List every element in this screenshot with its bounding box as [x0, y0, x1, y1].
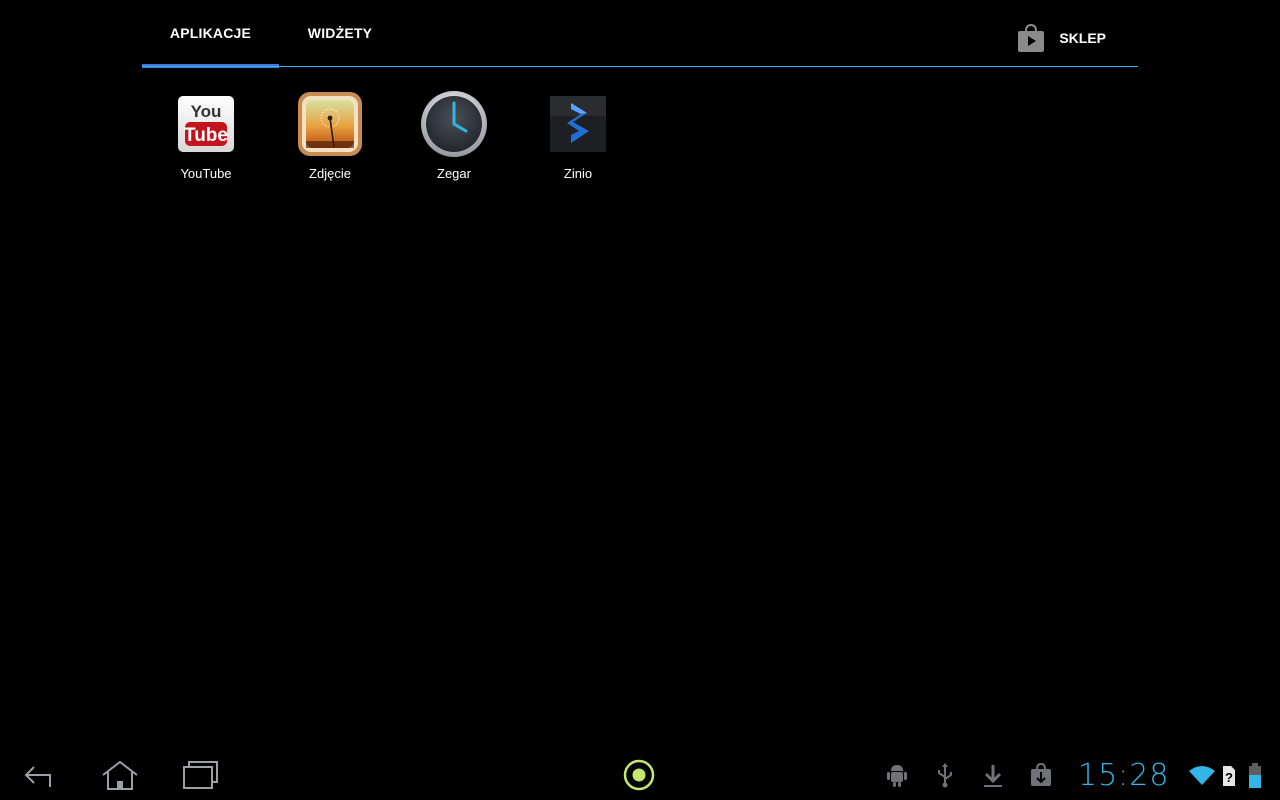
store-button[interactable]: SKLEP — [1017, 22, 1106, 54]
app-youtube[interactable]: You Tube YouTube — [142, 88, 270, 198]
svg-text:Tube: Tube — [184, 125, 228, 146]
no-sim-icon: ? — [1222, 765, 1236, 792]
app-label: Zegar — [437, 166, 471, 181]
clock-icon — [418, 88, 490, 160]
home-button[interactable] — [96, 758, 144, 796]
home-icon — [100, 759, 140, 796]
youtube-icon: You Tube — [170, 88, 242, 160]
download-icon — [982, 762, 1004, 793]
back-button[interactable] — [16, 758, 64, 796]
store-bag-icon — [1017, 23, 1045, 53]
camera-shutter-icon — [622, 758, 656, 797]
usb-icon — [936, 762, 954, 793]
tab-widgets[interactable]: WIDŻETY — [279, 0, 401, 66]
zinio-icon — [542, 88, 614, 160]
tab-bar: APLIKACJE WIDŻETY SKLEP — [142, 0, 1138, 68]
status-clock[interactable]: 15:28 — [1078, 758, 1169, 793]
app-label: YouTube — [180, 166, 232, 181]
app-drawer-screen: APLIKACJE WIDŻETY SKLEP You Tube YouTube… — [0, 0, 1280, 800]
app-zinio[interactable]: Zinio — [514, 88, 642, 198]
store-label: SKLEP — [1059, 30, 1106, 46]
back-icon — [22, 761, 58, 794]
recent-apps-icon — [181, 760, 219, 795]
app-zdjecie[interactable]: Zdjęcie — [266, 88, 394, 198]
app-zegar[interactable]: Zegar — [390, 88, 518, 198]
recent-apps-button[interactable] — [176, 758, 224, 796]
wifi-icon — [1188, 764, 1216, 791]
tab-apps-label: APLIKACJE — [169, 25, 252, 41]
tab-apps[interactable]: APLIKACJE — [142, 0, 279, 68]
tab-bar-divider — [142, 66, 1138, 67]
store-download-icon — [1030, 762, 1052, 793]
app-label: Zdjęcie — [309, 166, 351, 181]
battery-icon — [1248, 763, 1262, 794]
svg-text:?: ? — [1225, 770, 1233, 785]
app-label: Zinio — [563, 166, 593, 181]
android-debug-icon — [886, 762, 908, 793]
photo-icon — [294, 88, 366, 160]
tab-widgets-label: WIDŻETY — [307, 25, 373, 41]
svg-text:You: You — [191, 102, 222, 121]
camera-shutter-button[interactable] — [615, 758, 663, 796]
